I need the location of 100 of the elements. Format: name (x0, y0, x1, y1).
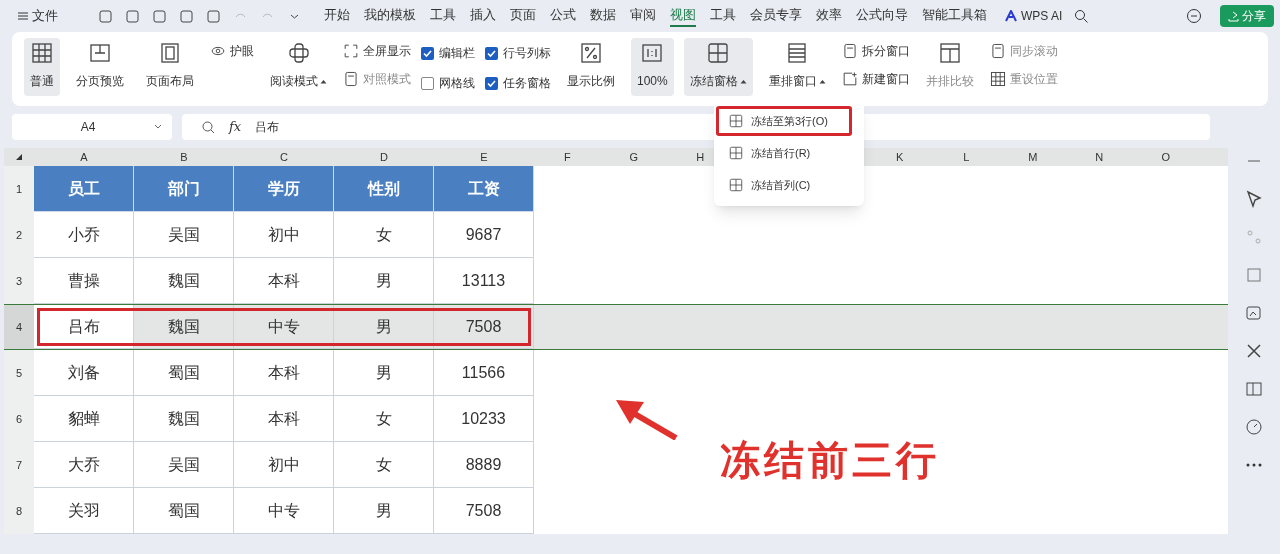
table-cell: 7508 (434, 305, 534, 349)
row-header[interactable]: 7 (4, 442, 34, 488)
table-cell: 吕布 (34, 305, 134, 349)
menu-item[interactable]: 冻结首列(C) (716, 170, 852, 200)
ribbon-button[interactable]: 100% (631, 38, 674, 96)
page-icon (89, 42, 111, 64)
column-header[interactable]: L (933, 148, 1000, 166)
window-icon (343, 71, 359, 87)
row-header[interactable]: 5 (4, 350, 34, 396)
select-all-icon (16, 154, 22, 160)
columns-icon (938, 42, 961, 64)
table-cell: 曹操 (34, 258, 134, 304)
row-header[interactable]: 2 (4, 212, 34, 258)
ribbon-tab[interactable]: 插入 (470, 5, 496, 27)
menu-item[interactable]: 冻结首行(R) (716, 138, 852, 168)
table-cell: 10233 (434, 396, 534, 442)
ribbon-tab[interactable]: 工具 (710, 5, 736, 27)
column-header[interactable]: F (534, 148, 601, 166)
table-cell: 魏国 (134, 258, 234, 304)
ribbon-button[interactable]: 新建窗口 (841, 70, 910, 88)
ribbon-button[interactable]: 重排窗口 (762, 38, 832, 96)
ribbon-tab[interactable]: 公式向导 (856, 5, 908, 27)
ribbon-button[interactable]: 显示比例 (561, 38, 621, 96)
row-header[interactable]: 1 (4, 166, 34, 212)
table-cell: 男 (334, 350, 434, 396)
row-header[interactable]: 8 (4, 488, 34, 534)
column-header[interactable]: D (334, 148, 434, 166)
menu-icon (18, 11, 28, 21)
checkbox[interactable] (421, 46, 434, 60)
table-cell: 本科 (234, 350, 334, 396)
ribbon-tab[interactable]: 审阅 (630, 5, 656, 27)
check-icon (423, 48, 432, 58)
table-cell: 女 (334, 396, 434, 442)
panel-icon[interactable] (1245, 380, 1263, 398)
table-cell: 工资 (434, 166, 534, 212)
menu-item[interactable]: 冻结至第3行(O) (716, 106, 852, 136)
ribbon-tab[interactable]: 智能工具箱 (922, 5, 987, 27)
column-header[interactable]: M (999, 148, 1066, 166)
ribbon-button[interactable]: 分页预览 (70, 38, 130, 96)
ribbon-tab[interactable]: 效率 (816, 5, 842, 27)
cursor-icon[interactable] (1245, 190, 1263, 208)
row-header[interactable]: 3 (4, 258, 34, 304)
column-header[interactable]: C (234, 148, 334, 166)
checkbox[interactable] (421, 76, 434, 90)
column-header[interactable]: O (1132, 148, 1199, 166)
wps-ai-button[interactable]: WPS AI (1005, 7, 1063, 25)
grid-icon (31, 42, 53, 64)
ribbon-tab[interactable]: 会员专享 (750, 5, 802, 27)
file-menu-button[interactable]: 文件 (18, 6, 58, 26)
checkbox-label: 行号列标 (503, 45, 551, 62)
checkbox[interactable] (485, 46, 498, 60)
ribbon-button[interactable]: 页面布局 (140, 38, 200, 96)
column-header[interactable]: K (866, 148, 933, 166)
column-header[interactable]: E (434, 148, 534, 166)
column-header[interactable]: A (34, 148, 134, 166)
fullscreen-icon (343, 43, 359, 59)
row-header[interactable]: 4 (4, 305, 34, 349)
ribbon-button[interactable]: 全屏显示 (343, 42, 411, 60)
table-cell: 11566 (434, 350, 534, 396)
gauge-icon[interactable] (1245, 418, 1263, 436)
row-header[interactable]: 6 (4, 396, 34, 442)
freeze-panes-icon (729, 114, 743, 128)
table-cell: 刘备 (34, 350, 134, 396)
checkbox-label: 任务窗格 (503, 75, 551, 92)
crosshair-icon (287, 42, 310, 64)
column-header[interactable]: B (134, 148, 234, 166)
ribbon-tab[interactable]: 开始 (324, 5, 350, 27)
table-cell: 中专 (234, 488, 334, 534)
table-cell: 蜀国 (134, 488, 234, 534)
column-header[interactable]: G (600, 148, 667, 166)
checkbox-label: 编辑栏 (439, 45, 475, 62)
ribbon-button[interactable]: 普通 (24, 38, 60, 96)
ribbon-button[interactable]: 冻结窗格 (683, 38, 753, 96)
ribbon-button[interactable]: 阅读模式 (264, 38, 333, 96)
annotation-text: 冻结前三行 (720, 437, 940, 484)
ribbon-button[interactable]: 拆分窗口 (841, 42, 910, 60)
ribbon-tab[interactable]: 页面 (510, 5, 536, 27)
ribbon-tab[interactable]: 我的模板 (364, 5, 416, 27)
table-cell: 男 (334, 488, 434, 534)
table-cell: 男 (334, 305, 434, 349)
table-cell: 性别 (334, 166, 434, 212)
zoom-ratio-icon (580, 42, 602, 64)
column-header[interactable]: N (1066, 148, 1133, 166)
check-icon (487, 78, 496, 88)
ribbon-tab[interactable]: 视图 (670, 5, 696, 27)
check-icon (487, 48, 496, 58)
table-cell: 魏国 (134, 396, 234, 442)
ribbon-tab[interactable]: 公式 (550, 5, 576, 27)
cell-reference: A4 (79, 119, 97, 136)
table-cell: 7508 (434, 488, 534, 534)
checkbox[interactable] (485, 76, 498, 90)
ribbon-tab[interactable]: 数据 (590, 5, 616, 27)
ribbon-button[interactable]: 护眼 (210, 42, 254, 60)
share-icon (1228, 10, 1239, 22)
name-box[interactable]: A4 (12, 114, 172, 140)
new-window-icon (841, 71, 858, 87)
formula-text: 吕布 (255, 119, 280, 136)
share-button[interactable]: 分享 (1220, 5, 1274, 27)
table-cell: 9687 (434, 212, 534, 258)
ribbon-tab[interactable]: 工具 (430, 5, 456, 27)
